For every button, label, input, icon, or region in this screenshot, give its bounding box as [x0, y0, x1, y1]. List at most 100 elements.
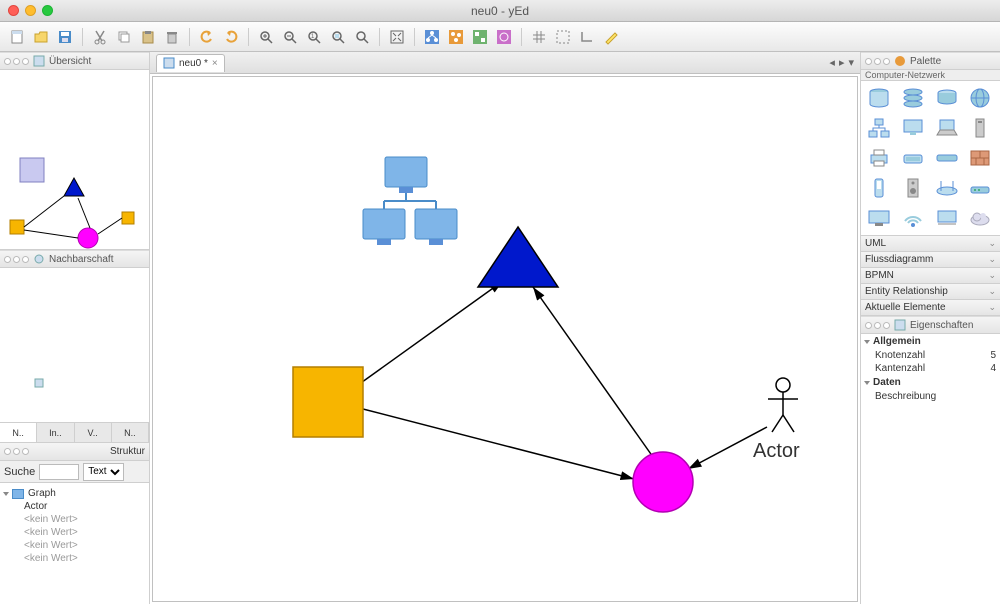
tree-item[interactable]: <kein Wert>	[2, 526, 147, 539]
palette-item-router[interactable]	[933, 175, 961, 201]
node-network-cluster[interactable]	[363, 157, 457, 245]
highlighter-button[interactable]	[600, 26, 622, 48]
minimize-window-button[interactable]	[25, 5, 36, 16]
palette-item-wifi[interactable]	[899, 205, 927, 231]
zoom-in-button[interactable]	[255, 26, 277, 48]
save-file-button[interactable]	[54, 26, 76, 48]
tab-list-button[interactable]: ▾	[848, 56, 854, 69]
palette-item-database[interactable]	[865, 85, 893, 111]
palette-item-network[interactable]	[865, 115, 893, 141]
palette-category-current[interactable]: Aktuelle Elemente⌄	[861, 300, 1000, 316]
graph-canvas[interactable]: Actor	[152, 76, 858, 602]
undo-button[interactable]	[196, 26, 218, 48]
redo-button[interactable]	[220, 26, 242, 48]
close-tab-button[interactable]: ×	[212, 58, 218, 69]
neighborhood-icon	[33, 253, 45, 265]
palette-item-tv[interactable]	[865, 205, 893, 231]
cut-button[interactable]	[89, 26, 111, 48]
document-tab[interactable]: neu0 * ×	[156, 54, 225, 72]
zoom-selection-button[interactable]	[327, 26, 349, 48]
tree-item[interactable]: <kein Wert>	[2, 552, 147, 565]
property-group-data[interactable]: Daten	[861, 375, 1000, 390]
palette-item-laptop[interactable]	[933, 115, 961, 141]
property-row: Knotenzahl5	[861, 349, 1000, 362]
prev-tab-button[interactable]: ◂	[829, 56, 835, 69]
palette-item-speaker[interactable]	[899, 175, 927, 201]
palette-item-firewall[interactable]	[966, 145, 994, 171]
layout-hierarchical-button[interactable]	[421, 26, 443, 48]
zoom-out-button[interactable]	[279, 26, 301, 48]
open-file-button[interactable]	[30, 26, 52, 48]
node-circle[interactable]	[633, 452, 693, 512]
overview-panel[interactable]	[0, 70, 149, 250]
property-group-general[interactable]: Allgemein	[861, 334, 1000, 349]
palette-item-cloud[interactable]	[966, 205, 994, 231]
palette-category-bpmn[interactable]: BPMN⌄	[861, 268, 1000, 284]
palette-item-tower[interactable]	[966, 115, 994, 141]
palette-item-printer[interactable]	[865, 145, 893, 171]
tree-item[interactable]: <kein Wert>	[2, 539, 147, 552]
palette-item-disk[interactable]	[933, 85, 961, 111]
palette-panel-header[interactable]: Palette	[861, 52, 1000, 70]
edge[interactable]	[533, 287, 653, 457]
palette-category-er[interactable]: Entity Relationship⌄	[861, 284, 1000, 300]
grid-toggle-button[interactable]	[528, 26, 550, 48]
palette-item-modem[interactable]	[966, 175, 994, 201]
node-triangle[interactable]	[478, 227, 558, 287]
properties-panel-title: Eigenschaften	[910, 320, 973, 331]
tree-root[interactable]: Graph	[2, 487, 147, 500]
palette-category-flowchart[interactable]: Flussdiagramm⌄	[861, 252, 1000, 268]
zoom-window-button[interactable]	[42, 5, 53, 16]
palette-item-phone[interactable]	[865, 175, 893, 201]
neighborhood-panel-title: Nachbarschaft	[49, 254, 113, 265]
document-tab-bar: neu0 * × ◂ ▸ ▾	[150, 52, 860, 74]
properties-icon	[894, 319, 906, 331]
delete-button[interactable]	[161, 26, 183, 48]
node-square[interactable]	[293, 367, 363, 437]
structure-panel-title: Struktur	[110, 446, 145, 457]
edge[interactable]	[358, 281, 503, 385]
traffic-lights	[8, 5, 53, 16]
palette-item-display[interactable]	[933, 205, 961, 231]
fit-content-button[interactable]	[386, 26, 408, 48]
zoom-fit-button[interactable]	[351, 26, 373, 48]
structure-search-row: Suche Text	[0, 461, 149, 483]
snap-toggle-button[interactable]	[552, 26, 574, 48]
palette-grid	[861, 81, 1000, 236]
copy-button[interactable]	[113, 26, 135, 48]
tree-item[interactable]: Actor	[2, 500, 147, 513]
new-file-button[interactable]	[6, 26, 28, 48]
left-tab-3[interactable]: N..	[112, 423, 149, 442]
layout-orthogonal-button[interactable]	[469, 26, 491, 48]
search-type-select[interactable]: Text	[83, 463, 124, 481]
layout-organic-button[interactable]	[445, 26, 467, 48]
tree-item[interactable]: <kein Wert>	[2, 513, 147, 526]
palette-item-server-stack[interactable]	[899, 85, 927, 111]
palette-item-scanner[interactable]	[899, 145, 927, 171]
palette-item-monitor[interactable]	[899, 115, 927, 141]
edge[interactable]	[363, 409, 634, 479]
left-tab-0[interactable]: N..	[0, 423, 37, 442]
search-input[interactable]	[39, 464, 79, 480]
node-actor[interactable]	[768, 378, 798, 432]
palette-category-uml[interactable]: UML⌄	[861, 236, 1000, 252]
window-titlebar: neu0 - yEd	[0, 0, 1000, 22]
neighborhood-panel-header[interactable]: Nachbarschaft	[0, 250, 149, 268]
paste-button[interactable]	[137, 26, 159, 48]
close-window-button[interactable]	[8, 5, 19, 16]
zoom-reset-button[interactable]: 1	[303, 26, 325, 48]
palette-section-label: Computer-Netzwerk	[861, 70, 1000, 81]
structure-panel-header[interactable]: Struktur	[0, 443, 149, 461]
main-toolbar: 1	[0, 22, 1000, 52]
overview-panel-title: Übersicht	[49, 56, 91, 67]
palette-panel-title: Palette	[910, 56, 941, 67]
orthogonal-edges-button[interactable]	[576, 26, 598, 48]
next-tab-button[interactable]: ▸	[839, 56, 845, 69]
palette-item-hub[interactable]	[933, 145, 961, 171]
overview-panel-header[interactable]: Übersicht	[0, 52, 149, 70]
layout-circular-button[interactable]	[493, 26, 515, 48]
palette-item-globe[interactable]	[966, 85, 994, 111]
properties-panel: Allgemein Knotenzahl5 Kantenzahl4 Daten …	[861, 334, 1000, 604]
properties-panel-header[interactable]: Eigenschaften	[861, 316, 1000, 334]
structure-tree[interactable]: Graph Actor <kein Wert> <kein Wert> <kei…	[0, 483, 149, 604]
